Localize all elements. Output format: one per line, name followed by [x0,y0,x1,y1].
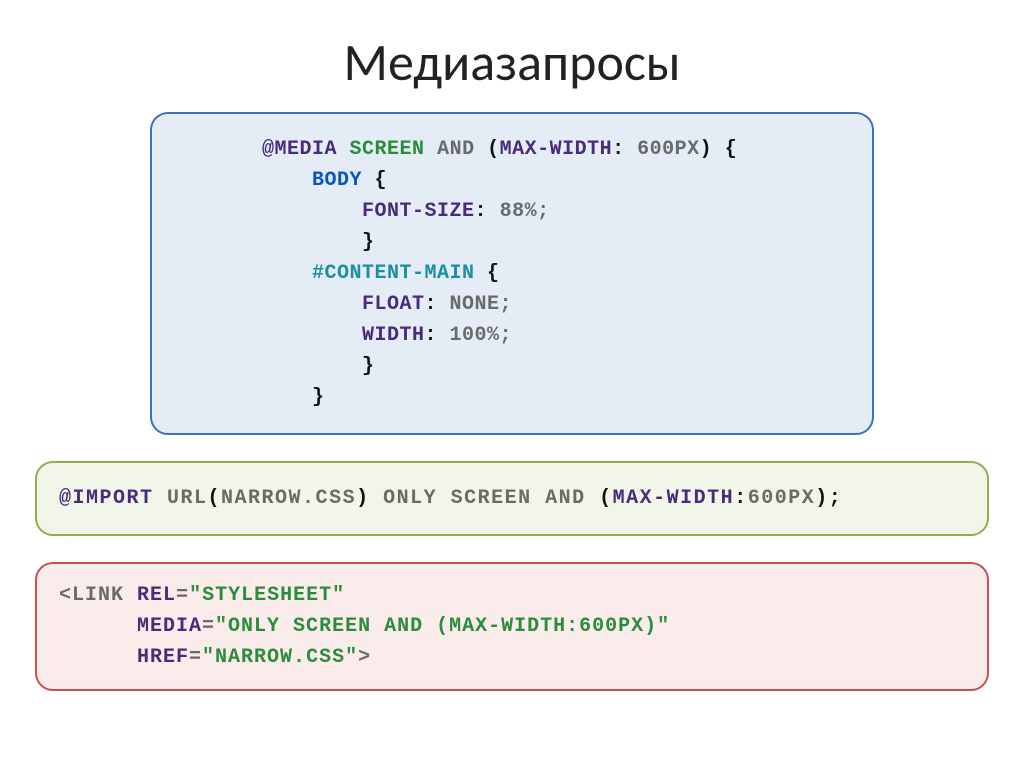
code-token: = [202,615,215,638]
code-token: : [734,487,748,510]
code-token: ) [700,138,713,161]
code-token: @MEDIA [262,138,337,161]
code-token: REL [137,584,176,607]
code-box-media-query: @MEDIA SCREEN AND (MAX-WIDTH: 600PX) { B… [150,112,874,435]
code-token: BODY [312,169,362,192]
code-token: > [358,646,371,669]
slide-title: Медиазапросы [35,30,989,94]
code-token: 88%; [487,200,550,223]
code-token: MAX-WIDTH [500,138,613,161]
code-token: 600PX [748,487,816,510]
code-token: ; [829,487,843,510]
code-token [124,584,137,607]
code-token: LINK [72,584,124,607]
code-token: : [475,200,488,223]
code-token: { [475,262,500,285]
code-token: HREF [137,646,189,669]
code-token: NONE; [437,293,512,316]
code-token: "STYLESHEET" [189,584,345,607]
code-token: = [189,646,202,669]
code-token: ( [599,487,613,510]
code-token: < [59,584,72,607]
code-token: WIDTH [362,324,425,347]
code-token: = [176,584,189,607]
code-token: } [362,355,375,378]
code-token: } [362,231,375,254]
code-token: AND [437,138,475,161]
code-token: ( [208,487,222,510]
code-token: MAX-WIDTH [613,487,735,510]
code-token: @IMPORT [59,487,154,510]
code-token: ) [356,487,370,510]
code-token: ONLY SCREEN AND [370,487,600,510]
code-token: : [425,293,438,316]
code-token: { [712,138,737,161]
code-token: URL [154,487,208,510]
code-token: 600PX [625,138,700,161]
code-token: } [312,386,325,409]
code-token: 100%; [437,324,512,347]
code-token: : [612,138,625,161]
code-token [59,646,137,669]
code-token: ( [487,138,500,161]
code-token [59,615,137,638]
code-token: : [425,324,438,347]
code-box-link-tag: <LINK REL="STYLESHEET" MEDIA="ONLY SCREE… [35,562,989,691]
code-token: NARROW.CSS [221,487,356,510]
code-token: FLOAT [362,293,425,316]
code-box-import: @IMPORT URL(NARROW.CSS) ONLY SCREEN AND … [35,461,989,536]
code-token: ) [815,487,829,510]
code-token: #CONTENT-MAIN [312,262,475,285]
slide: Медиазапросы @MEDIA SCREEN AND (MAX-WIDT… [0,0,1024,768]
code-token: "NARROW.CSS" [202,646,358,669]
code-token: "ONLY SCREEN AND (MAX-WIDTH:600PX)" [215,615,670,638]
code-token: MEDIA [137,615,202,638]
code-token: { [362,169,387,192]
code-token: FONT-SIZE [362,200,475,223]
code-token: SCREEN [350,138,425,161]
